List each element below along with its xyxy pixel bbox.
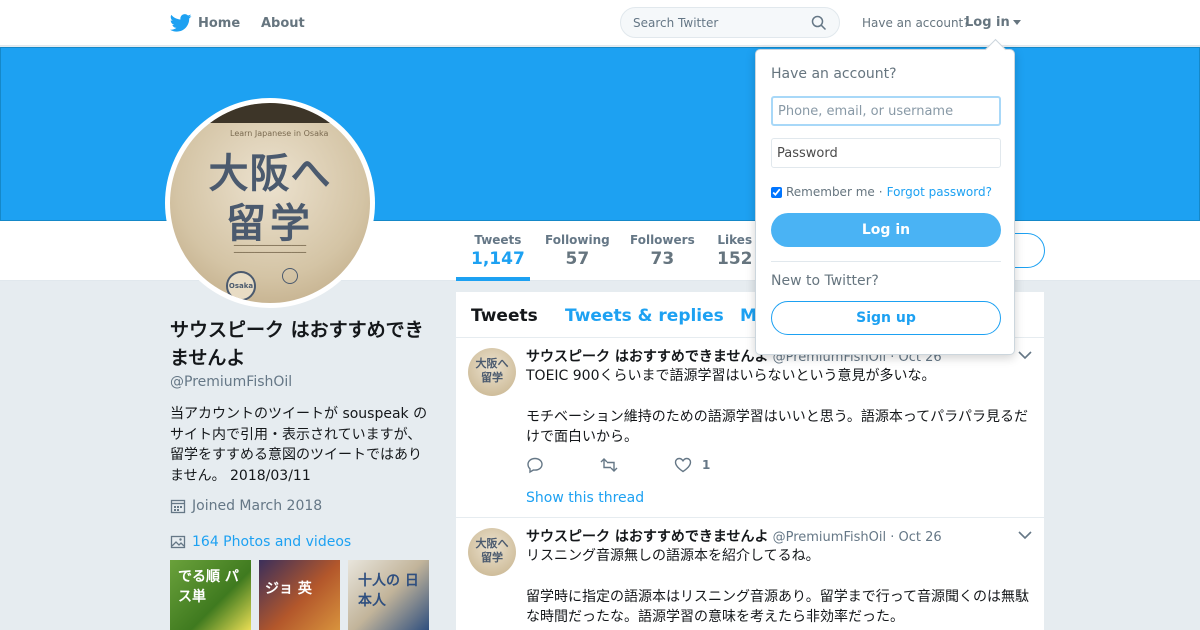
media-thumbnail[interactable]: でる順 パス単 [170, 560, 251, 630]
tweet-text: TOEIC 900くらいまで語源学習はいらないという意見が多いな。 モチベーショ… [526, 366, 1034, 448]
login-dropdown-toggle[interactable]: Log in [965, 15, 1021, 30]
tab-tweets-and-replies[interactable]: Tweets & replies [565, 306, 724, 326]
stat-value: 1,147 [471, 249, 525, 269]
photos-label: 164 Photos and videos [192, 534, 352, 550]
home-link[interactable]: Home [170, 14, 240, 32]
password-field[interactable] [771, 138, 1001, 168]
media-thumbnails: でる順 パス単 ジョ 英 十人の 日本人 [170, 560, 429, 630]
tweet-author[interactable]: サウスピーク はおすすめできませんよ [526, 349, 768, 365]
reply-icon [527, 457, 543, 474]
tweet-avatar-line1: 大阪へ [475, 537, 509, 550]
stat-value: 152 [717, 249, 753, 269]
home-label: Home [198, 15, 241, 31]
search-icon[interactable] [811, 15, 827, 31]
tweet-avatar-line2: 留学 [481, 551, 503, 564]
tweet-header: サウスピーク はおすすめできませんよ @PremiumFishOil · Oct… [526, 526, 942, 546]
chevron-down-icon[interactable] [1018, 350, 1032, 360]
remember-separator: · [878, 185, 883, 199]
avatar-circle-mark [282, 268, 298, 284]
stat-label: Tweets [474, 233, 522, 247]
thumbnail-caption: 十人の 日本人 [358, 573, 419, 609]
tab-tweets[interactable]: Tweets [471, 306, 538, 326]
stat-value: 57 [565, 249, 590, 269]
stat-tweets[interactable]: Tweets 1,147 [471, 233, 525, 269]
tweet-paragraph: TOEIC 900くらいまで語源学習はいらないという意見が多いな。 [526, 368, 936, 384]
retweet-icon [600, 458, 618, 472]
dropdown-divider [771, 261, 1001, 262]
tweet-avatar-line1: 大阪へ [475, 357, 509, 370]
dropdown-heading: Have an account? [771, 66, 897, 82]
signup-button[interactable]: Sign up [771, 301, 1001, 335]
profile-handle[interactable]: @PremiumFishOil [170, 374, 292, 390]
retweet-action[interactable] [600, 456, 618, 474]
login-dropdown: Have an account? Remember me · Forgot pa… [755, 49, 1015, 355]
tweet-separator: · [890, 530, 895, 545]
login-link-label: Log in [965, 15, 1010, 30]
twitter-bird-icon [170, 14, 192, 32]
avatar-frame-top [170, 103, 370, 123]
remember-row: Remember me · Forgot password? [771, 185, 992, 199]
stat-label: Likes [717, 233, 753, 247]
calendar-icon [170, 499, 186, 514]
stat-likes[interactable]: Likes 152 [717, 233, 753, 269]
tweet-actions: 1 [526, 456, 766, 474]
tweet-text: リスニング音源無しの語源本を紹介してるね。 留学時に指定の語源本はリスニング音源… [526, 546, 1034, 628]
avatar-badge: Osaka [226, 271, 256, 301]
thumbnail-caption: でる順 パス単 [178, 569, 239, 605]
chevron-down-icon[interactable] [1018, 530, 1032, 540]
thumbnail-caption: ジョ 英 [265, 581, 312, 597]
remember-me-label[interactable]: Remember me [786, 185, 875, 199]
tweet-paragraph: モチベーション維持のための語源学習はいいと思う。語源本ってパラパラ見るだけで面白… [526, 408, 1029, 446]
stat-value: 73 [650, 249, 675, 269]
avatar-image: Learn Japanese in Osaka 大阪へ 留学 ━━━━━━━━━… [170, 103, 370, 303]
have-account-text: Have an account? [862, 16, 970, 30]
stat-label: Followers [630, 233, 695, 247]
tweet-paragraph: リスニング音源無しの語源本を紹介してるね。 [526, 548, 820, 564]
profile-avatar[interactable]: Learn Japanese in Osaka 大阪へ 留学 ━━━━━━━━━… [165, 98, 375, 308]
caret-down-icon [1012, 20, 1021, 25]
forgot-password-link[interactable]: Forgot password? [887, 185, 992, 199]
stat-followers[interactable]: Followers 73 [630, 233, 695, 269]
stat-label: Following [545, 233, 610, 247]
search-input[interactable]: Search Twitter [633, 16, 718, 30]
heart-icon [674, 457, 692, 473]
show-thread-link[interactable]: Show this thread [526, 490, 644, 506]
avatar-subtitle: Learn Japanese in Osaka [230, 129, 329, 138]
login-button[interactable]: Log in [771, 213, 1001, 247]
tweet-timestamp[interactable]: Oct 26 [898, 530, 941, 545]
tweet[interactable]: 大阪へ 留学 サウスピーク はおすすめできませんよ @PremiumFishOi… [456, 518, 1044, 630]
media-thumbnail[interactable]: 十人の 日本人 [348, 560, 429, 630]
tweet-paragraph: 留学時に指定の語源本はリスニング音源あり。留学まで行って音源聞くのは無駄な時間だ… [526, 588, 1030, 626]
tweet[interactable]: 大阪へ 留学 サウスピーク はおすすめできませんよ @PremiumFishOi… [456, 338, 1044, 518]
about-link[interactable]: About [261, 16, 305, 31]
remember-me-checkbox[interactable] [771, 186, 782, 198]
profile-bio: 当アカウントのツイートが souspeak のサイト内で引用・表示されていますが… [170, 406, 428, 484]
avatar-title-line2: 留学 [226, 201, 314, 247]
stat-following[interactable]: Following 57 [545, 233, 610, 269]
tweet-author[interactable]: サウスピーク はおすすめできませんよ [526, 529, 768, 545]
profile-name[interactable]: サウスピーク はおすすめできませんよ [170, 316, 430, 372]
joined-text: Joined March 2018 [192, 498, 323, 514]
new-to-twitter-text: New to Twitter? [771, 273, 879, 289]
joined-date: Joined March 2018 [170, 498, 322, 514]
tweet-avatar[interactable]: 大阪へ 留学 [468, 348, 516, 396]
like-action[interactable]: 1 [674, 456, 710, 474]
active-stat-indicator [456, 277, 530, 281]
tweet-avatar[interactable]: 大阪へ 留学 [468, 528, 516, 576]
image-icon [170, 535, 186, 549]
tweet-handle[interactable]: @PremiumFishOil [773, 530, 886, 545]
top-navigation-bar: Home About Search Twitter Have an accoun… [0, 0, 1200, 46]
photos-and-videos-link[interactable]: 164 Photos and videos [170, 534, 351, 550]
tweet-avatar-line2: 留学 [481, 371, 503, 384]
like-count: 1 [702, 458, 711, 472]
username-field[interactable] [771, 96, 1001, 126]
reply-action[interactable] [526, 456, 544, 474]
search-box[interactable]: Search Twitter [620, 7, 840, 38]
media-thumbnail[interactable]: ジョ 英 [259, 560, 340, 630]
avatar-fine-print: ━━━━━━━━━━━━━━━━━━━━━━━━ ━━━━━━━━━━━━━━━━… [233, 243, 307, 256]
